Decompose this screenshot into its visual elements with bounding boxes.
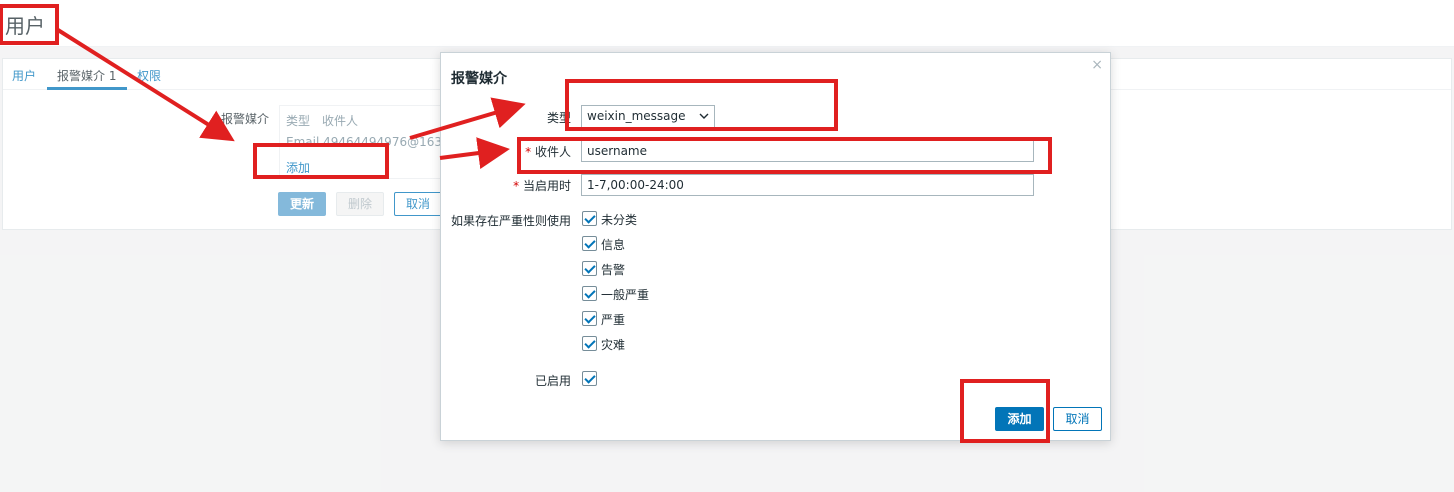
checkbox-checked-icon[interactable]: [582, 211, 597, 226]
type-label: 类型: [546, 111, 571, 125]
dialog-title: 报警媒介: [451, 71, 507, 87]
add-button[interactable]: 添加: [995, 407, 1044, 431]
when-active-input[interactable]: 1-7,00:00-24:00: [581, 174, 1034, 196]
type-select-value: weixin_message: [587, 109, 686, 123]
when-active-label: * 当启用时: [513, 179, 571, 193]
type-select[interactable]: weixin_message: [581, 105, 715, 128]
media-dialog: 报警媒介 × 类型 weixin_message * 收件人 username …: [440, 52, 1111, 441]
chevron-down-icon: [699, 106, 709, 134]
checkbox-checked-icon[interactable]: [582, 311, 597, 326]
checkbox-checked-icon[interactable]: [582, 371, 597, 386]
severity-label: 如果存在严重性则使用: [450, 214, 571, 228]
recipient-label: * 收件人: [525, 145, 571, 159]
checkbox-checked-icon[interactable]: [582, 286, 597, 301]
enabled-label: 已启用: [534, 374, 571, 388]
close-icon[interactable]: ×: [1091, 57, 1103, 73]
checkbox-checked-icon[interactable]: [582, 261, 597, 276]
checkbox-checked-icon[interactable]: [582, 336, 597, 351]
recipient-input[interactable]: username: [581, 140, 1034, 162]
cancel-button[interactable]: 取消: [1053, 407, 1102, 431]
checkbox-checked-icon[interactable]: [582, 236, 597, 251]
